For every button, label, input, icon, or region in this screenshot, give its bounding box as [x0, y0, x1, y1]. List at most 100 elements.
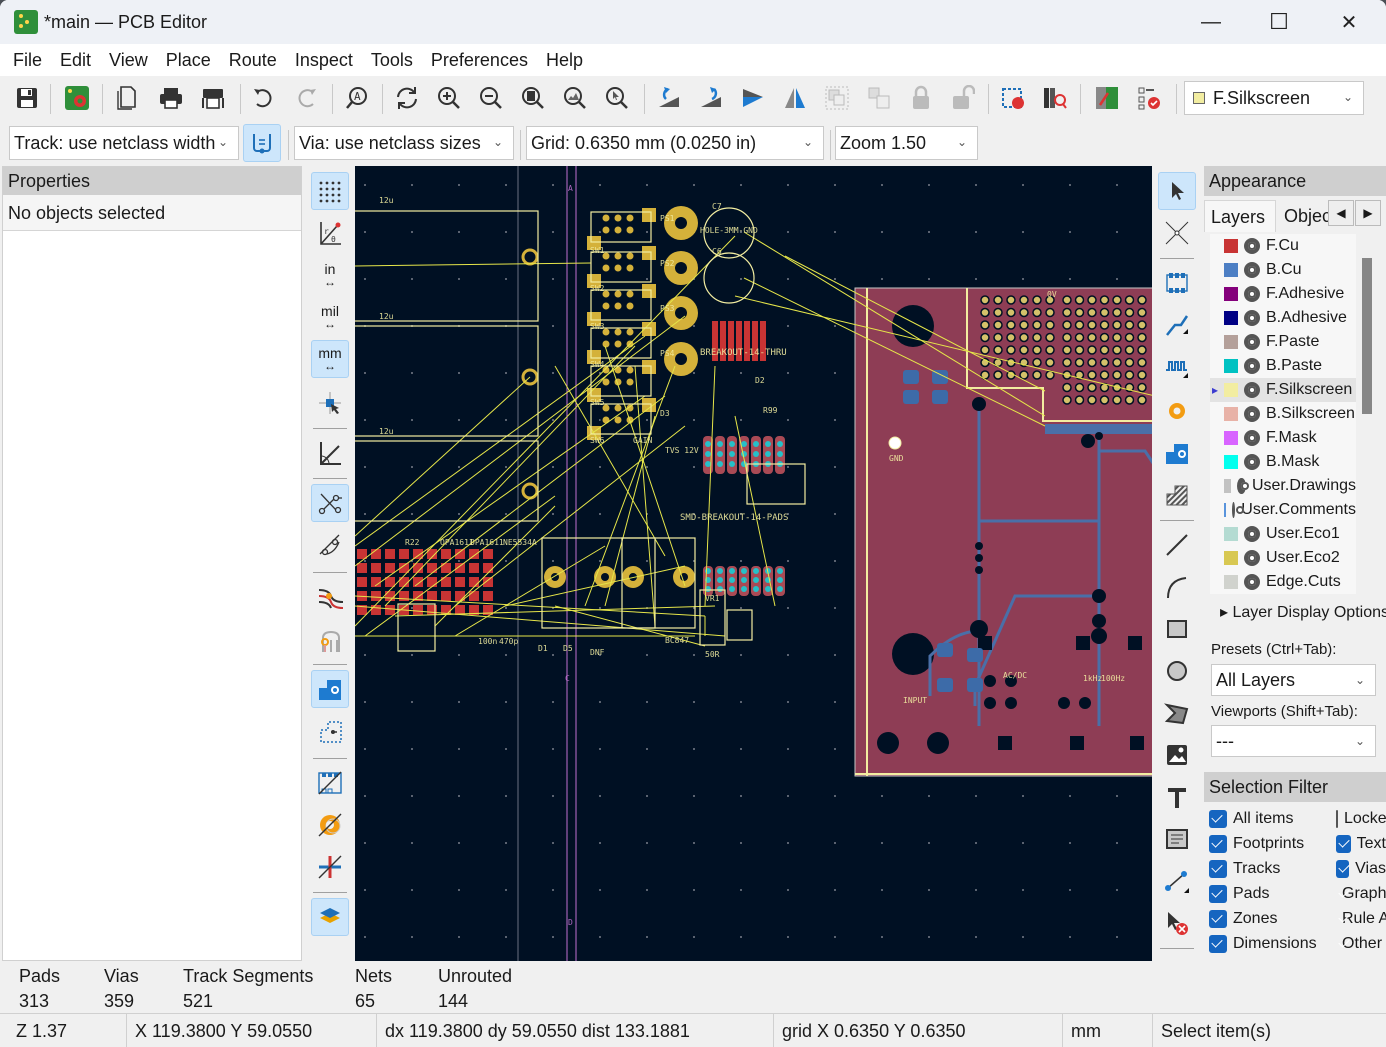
maximize-button[interactable]: ☐: [1244, 0, 1314, 44]
units-mils-button[interactable]: mil ↔: [311, 298, 349, 336]
via-outline-button[interactable]: [311, 806, 349, 844]
save-button[interactable]: [10, 81, 44, 115]
filter-checkbox[interactable]: Zones: [1209, 910, 1277, 928]
layer-row[interactable]: User.Eco1: [1210, 522, 1356, 546]
draw-line-button[interactable]: [1158, 526, 1196, 564]
board-setup-button[interactable]: [60, 81, 94, 115]
eye-icon[interactable]: [1244, 286, 1260, 302]
zoom-fit-objects-button[interactable]: [558, 81, 592, 115]
grid-toggle-button[interactable]: [311, 172, 349, 210]
filter-checkbox[interactable]: Text: [1336, 835, 1386, 853]
layer-color-swatch[interactable]: [1224, 407, 1238, 421]
eye-icon[interactable]: [1244, 358, 1260, 374]
filter-checkbox[interactable]: All items: [1209, 810, 1293, 828]
zoom-selection-button[interactable]: [600, 81, 634, 115]
local-ratsnest-button[interactable]: [1158, 214, 1196, 252]
print-button[interactable]: [154, 81, 188, 115]
lock-button[interactable]: [904, 81, 938, 115]
curved-ratsnest-button[interactable]: [311, 526, 349, 564]
menu-place[interactable]: Place: [157, 50, 220, 71]
layer-color-swatch[interactable]: [1224, 455, 1238, 469]
tune-length-button[interactable]: [1158, 348, 1196, 386]
add-zone-button[interactable]: [1158, 434, 1196, 472]
add-rule-area-button[interactable]: [1158, 476, 1196, 514]
find-button[interactable]: A: [340, 81, 374, 115]
pcb-canvas[interactable]: 12u 12u 12u A C D C7 C6 SW1 SW2 SW3 SW4 SW5 SW6 PS1 PS2…: [355, 166, 1152, 961]
menu-route[interactable]: Route: [220, 50, 286, 71]
menu-file[interactable]: File: [4, 50, 51, 71]
eye-icon[interactable]: [1232, 502, 1244, 518]
grid-dropdown[interactable]: Grid: 0.6350 mm (0.0250 in) ⌄: [526, 126, 824, 160]
eye-icon[interactable]: [1237, 478, 1249, 494]
select-tool-button[interactable]: [1158, 172, 1196, 210]
net-color-mode-button[interactable]: [311, 578, 349, 616]
unlock-button[interactable]: [946, 81, 980, 115]
add-image-button[interactable]: [1158, 736, 1196, 774]
via-size-dropdown[interactable]: Via: use netclass sizes ⌄: [294, 126, 514, 160]
menu-view[interactable]: View: [100, 50, 157, 71]
draw-polygon-button[interactable]: [1158, 694, 1196, 732]
layer-color-swatch[interactable]: [1224, 287, 1238, 301]
layer-row[interactable]: F.Adhesive: [1210, 282, 1356, 306]
zone-outline-mode-button[interactable]: [311, 712, 349, 750]
filter-checkbox[interactable]: Rule Areas: [1336, 910, 1386, 928]
layer-row[interactable]: User.Drawings: [1210, 474, 1356, 498]
menu-help[interactable]: Help: [537, 50, 592, 71]
mirror-button[interactable]: [778, 81, 812, 115]
layer-row[interactable]: F.Paste: [1210, 330, 1356, 354]
layer-color-swatch[interactable]: [1224, 263, 1238, 277]
zoom-out-button[interactable]: [474, 81, 508, 115]
eye-icon[interactable]: [1244, 310, 1260, 326]
layer-row[interactable]: B.Mask: [1210, 450, 1356, 474]
zone-fill-mode-button[interactable]: [311, 670, 349, 708]
layer-list-scrollbar[interactable]: [1362, 258, 1372, 414]
layer-row[interactable]: F.Mask: [1210, 426, 1356, 450]
filter-checkbox[interactable]: Other items: [1336, 935, 1386, 953]
layer-display-options-toggle[interactable]: ▸ Layer Display Options: [1220, 602, 1386, 622]
minimize-button[interactable]: —: [1176, 0, 1246, 44]
layer-color-swatch[interactable]: [1224, 479, 1232, 493]
eye-icon[interactable]: [1244, 262, 1260, 278]
close-button[interactable]: ✕: [1314, 0, 1384, 44]
filter-checkbox[interactable]: Locked items: [1336, 810, 1386, 828]
presets-dropdown[interactable]: All Layers ⌄: [1211, 664, 1376, 696]
undo-button[interactable]: [246, 81, 280, 115]
angle-snap-button[interactable]: [311, 434, 349, 472]
footprint-outline-button[interactable]: [311, 764, 349, 802]
layer-color-swatch[interactable]: [1224, 335, 1238, 349]
ratsnest-layers-button[interactable]: [311, 620, 349, 658]
layer-color-swatch[interactable]: [1224, 359, 1238, 373]
ratsnest-toggle-button[interactable]: [311, 484, 349, 522]
zoom-fit-button[interactable]: [516, 81, 550, 115]
layer-row[interactable]: B.Silkscreen: [1210, 402, 1356, 426]
layer-color-swatch[interactable]: [1224, 431, 1238, 445]
menu-preferences[interactable]: Preferences: [422, 50, 537, 71]
tab-scroll-left[interactable]: ◀: [1328, 200, 1354, 226]
layer-color-swatch[interactable]: [1224, 527, 1238, 541]
layer-row[interactable]: B.Adhesive: [1210, 306, 1356, 330]
track-outline-button[interactable]: [311, 848, 349, 886]
layer-color-swatch[interactable]: [1224, 575, 1238, 589]
eye-icon[interactable]: [1244, 574, 1260, 590]
filter-checkbox[interactable]: Tracks: [1209, 860, 1280, 878]
plot-button[interactable]: [196, 81, 230, 115]
page-settings-button[interactable]: [110, 81, 144, 115]
layer-row[interactable]: User.Comments: [1210, 498, 1356, 522]
layer-select-dropdown[interactable]: F.Silkscreen ⌄: [1184, 81, 1364, 115]
rotate-ccw-button[interactable]: [652, 81, 686, 115]
layer-row[interactable]: ▸ F.Silkscreen: [1210, 378, 1356, 402]
draw-arc-button[interactable]: [1158, 568, 1196, 606]
eye-icon[interactable]: [1244, 334, 1260, 350]
group-button[interactable]: [820, 81, 854, 115]
footprint-browser-button[interactable]: [1038, 81, 1072, 115]
polar-coords-button[interactable]: rθ: [311, 214, 349, 252]
track-width-dropdown[interactable]: Track: use netclass width ⌄: [9, 126, 239, 160]
rotate-cw-button[interactable]: [694, 81, 728, 115]
add-footprint-button[interactable]: [1158, 264, 1196, 302]
eye-icon[interactable]: [1244, 526, 1260, 542]
layer-color-swatch[interactable]: [1224, 239, 1238, 253]
zoom-in-button[interactable]: [432, 81, 466, 115]
menu-inspect[interactable]: Inspect: [286, 50, 362, 71]
eye-icon[interactable]: [1244, 406, 1260, 422]
layer-row[interactable]: Edge.Cuts: [1210, 570, 1356, 594]
